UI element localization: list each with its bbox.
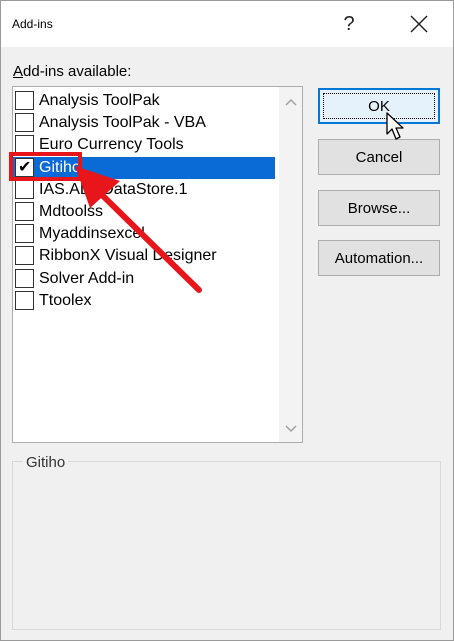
addin-checkbox[interactable] [15,290,34,310]
addin-checkbox[interactable] [15,246,34,266]
list-item[interactable]: Myaddinsexcel [13,223,275,245]
list-item[interactable]: Euro Currency Tools [13,134,275,156]
description-group: Gitiho [12,454,441,630]
checkmark-icon: ✔ [18,158,32,176]
help-icon: ? [343,12,355,35]
list-item[interactable]: IAS.ADSDataStore.1 [13,179,275,201]
addin-label: Gitiho [39,158,81,176]
addin-label: Ttoolex [39,291,92,309]
addin-checkbox[interactable] [15,113,34,133]
add-ins-dialog: Add-ins ? Add-ins available: Analysis To… [0,0,454,641]
addin-label: Mdtoolss [39,203,104,220]
description-title: Gitiho [23,454,69,471]
addin-checkbox[interactable] [15,179,34,199]
addin-label: Myaddinsexcel [39,225,145,243]
add-ins-listbox[interactable]: Analysis ToolPak Analysis ToolPak - VBA Eu… [12,86,303,443]
addin-label: IAS.ADSDataStore.1 [39,180,188,198]
scroll-down-button[interactable] [279,420,302,438]
list-item[interactable]: Solver Add-in [13,268,275,290]
addin-label: Analysis ToolPak [39,92,160,109]
addin-checkbox[interactable] [15,91,34,110]
addin-checkbox[interactable] [15,202,34,221]
title-bar: Add-ins ? [1,1,453,47]
browse-button[interactable]: Browse... [318,190,440,226]
scroll-up-button[interactable] [279,93,302,111]
vertical-scrollbar[interactable] [279,87,302,442]
cancel-button-label: Cancel [355,148,403,166]
addin-checkbox[interactable] [15,268,34,288]
browse-button-label: Browse... [347,199,411,217]
close-button[interactable] [399,7,439,41]
mouse-cursor-icon [386,112,404,140]
automation-button[interactable]: Automation... [318,240,440,276]
chevron-up-icon [284,98,297,106]
addin-checkbox[interactable]: ✔ [15,157,34,177]
list-item[interactable]: Mdtoolss [13,201,275,223]
list-item[interactable]: RibbonX Visual Designer [13,245,275,267]
chevron-down-icon [284,425,297,433]
list-item[interactable]: Analysis ToolPak - VBA [13,112,275,134]
list-item[interactable]: Ttoolex [13,290,275,312]
addin-label: RibbonX Visual Designer [39,247,217,265]
ok-button[interactable]: OK [318,88,440,124]
list-item[interactable]: ✔ Gitiho [13,156,275,179]
add-ins-available-label: Add-ins available: [13,63,131,80]
automation-button-label: Automation... [334,249,424,267]
label-mnemonic: A [13,63,24,80]
cancel-button[interactable]: Cancel [318,139,440,175]
dialog-title: Add-ins [12,17,53,31]
addin-checkbox[interactable] [15,135,34,155]
help-button[interactable]: ? [331,7,367,41]
addin-label: Analysis ToolPak - VBA [39,114,206,132]
focus-rectangle [323,93,435,119]
close-icon [410,15,428,33]
addin-checkbox[interactable] [15,224,34,244]
addin-label: Solver Add-in [39,269,135,287]
list-item[interactable]: Analysis ToolPak [13,90,275,112]
label-text: dd-ins available: [23,63,132,80]
addin-label: Euro Currency Tools [39,136,184,154]
